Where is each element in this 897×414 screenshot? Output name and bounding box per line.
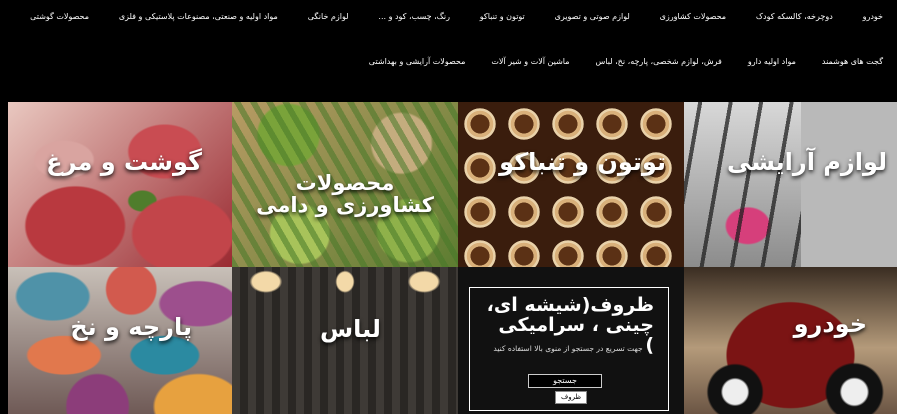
nav-row-2: گجت های هوشمند مواد اولیه دارو فرش، لواز… — [0, 57, 897, 66]
category-tile-cosmetics[interactable]: لوازم آرایشی — [684, 102, 897, 267]
tile-label-fabric: پارچه و نخ — [70, 313, 192, 341]
category-tile-clothing[interactable]: لباس — [232, 267, 458, 414]
top-navigation: خودرو دوچرخه، کالسکه کودک محصولات کشاورز… — [0, 0, 897, 102]
category-tile-fabric[interactable]: پارچه و نخ — [8, 267, 232, 414]
nav-item-machinery[interactable]: ماشین آلات و شیر آلات — [491, 57, 569, 66]
nav-item-tobacco[interactable]: توتون و تنباکو — [480, 12, 525, 21]
category-tile-tobacco[interactable]: توتون و تنباکو — [458, 102, 684, 267]
tile-label-cosmetics: لوازم آرایشی — [726, 148, 887, 176]
dishes-search-button[interactable]: ظروف — [555, 391, 587, 404]
tile-label-meat: گوشت و مرغ — [46, 148, 202, 176]
tile-label-tobacco: توتون و تنباکو — [499, 148, 666, 176]
nav-item-audio-video[interactable]: لوازم صوتی و تصویری — [555, 12, 630, 21]
nav-item-bicycle-stroller[interactable]: دوچرخه، کالسکه کودک — [756, 12, 833, 21]
nav-row-1: خودرو دوچرخه، کالسکه کودک محصولات کشاورز… — [0, 12, 897, 21]
nav-item-drug-raw-materials[interactable]: مواد اولیه دارو — [748, 57, 796, 66]
nav-item-meat-products[interactable]: محصولات گوشتی — [30, 12, 89, 21]
nav-item-paint-glue[interactable]: رنگ، چسب، کود و ... — [378, 12, 450, 21]
nav-item-car[interactable]: خودرو — [863, 12, 883, 21]
category-tile-agriculture[interactable]: محصولات کشاورزی و دامی — [232, 102, 458, 267]
category-tile-car[interactable]: خودرو — [684, 267, 897, 414]
nav-item-carpet-clothing[interactable]: فرش، لوازم شخصی، پارچه، نخ، لباس — [596, 57, 722, 66]
dishes-hint-text: جهت تسریع در جستجو از منوی بالا استفاده … — [493, 344, 643, 353]
tile-label-clothing: لباس — [320, 315, 381, 343]
tile-label-agriculture: محصولات کشاورزی و دامی — [256, 171, 434, 218]
category-tile-meat[interactable]: گوشت و مرغ — [8, 102, 232, 267]
category-tile-dishes[interactable]: ظروف(شیشه ای، چینی ، سرامیکی ) جهت تسریع… — [458, 267, 684, 414]
tile-label-car: خودرو — [793, 310, 867, 338]
category-grid: گوشت و مرغ محصولات کشاورزی و دامی توتون … — [8, 102, 897, 414]
nav-item-home-appliances[interactable]: لوازم خانگی — [308, 12, 349, 21]
nav-item-cosmetics-hygiene[interactable]: محصولات آرایشی و بهداشتی — [369, 57, 466, 66]
dishes-search-box: ظروف(شیشه ای، چینی ، سرامیکی ) جهت تسریع… — [469, 287, 669, 411]
nav-item-raw-materials[interactable]: مواد اولیه و صنعتی، مصنوعات پلاستیکی و ف… — [119, 12, 278, 21]
nav-item-agriculture[interactable]: محصولات کشاورزی — [660, 12, 726, 21]
dishes-search-input[interactable]: جستجو — [528, 374, 602, 388]
nav-item-smart-gadgets[interactable]: گجت های هوشمند — [822, 57, 883, 66]
